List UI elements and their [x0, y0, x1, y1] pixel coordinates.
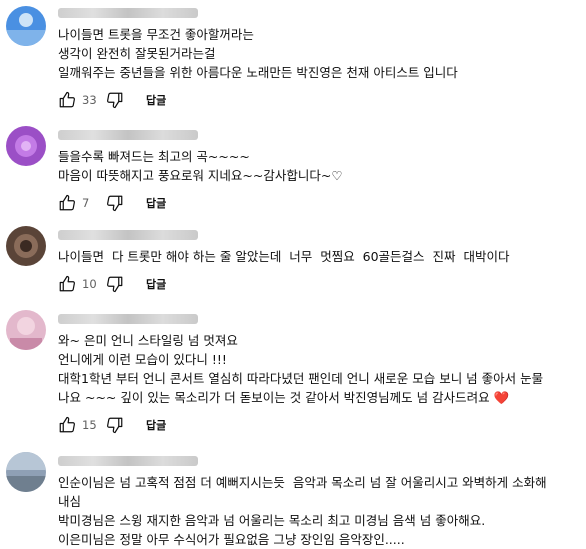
- dislike-button[interactable]: [106, 91, 124, 109]
- comment-line: 이은미님은 정말 아무 수식어가 필요없음 그냥 장인임 음악장인.....: [58, 532, 405, 547]
- comment-text: 나이들면 다 트롯만 해야 하는 줄 알았는데 너무 멋찜요 60골든걸스 진짜…: [58, 247, 578, 266]
- comment-text: 들을수록 빠져드는 최고의 곡~~~~ 마음이 따뜻해지고 풍요로워 지네요~~…: [58, 147, 578, 185]
- thumbs-down-icon: [107, 417, 123, 434]
- comment-line: 대학1학년 부터 언니 콘서트 열심히 따라다녔던 팬인데 언니 새로운 모습 …: [58, 371, 544, 386]
- heart-emoji: ❤️: [493, 390, 510, 405]
- reply-button[interactable]: 답글: [146, 92, 166, 108]
- comment-line: 나요 ~~~ 깊이 있는 목소리가 더 돋보이는 것 같아서 박진영님께도 넘 …: [58, 390, 490, 405]
- thumbs-up-icon: [59, 416, 75, 433]
- comment-actions: 15 답글: [58, 413, 578, 437]
- comment-text: 인순이님은 넘 고혹적 점점 더 예뻐지시는듯 음악과 목소리 넘 잘 어울리시…: [58, 473, 578, 549]
- thumbs-down-icon: [107, 92, 123, 109]
- avatar[interactable]: [6, 6, 46, 46]
- comment-line: 나이들면 다 트롯만 해야 하는 줄 알았는데 너무 멋찜요 60골든걸스 진짜…: [58, 249, 510, 264]
- dislike-button[interactable]: [106, 416, 124, 434]
- comment-line: 생각이 완전히 잘못된거라는걸: [58, 46, 216, 61]
- author-name[interactable]: [58, 314, 198, 324]
- like-button[interactable]: 15: [58, 416, 98, 434]
- avatar[interactable]: [6, 310, 46, 350]
- like-count: 15: [82, 418, 97, 432]
- like-button[interactable]: 7: [58, 194, 98, 212]
- reply-button[interactable]: 답글: [146, 417, 166, 433]
- avatar[interactable]: [6, 452, 46, 492]
- comment-line: 들을수록 빠져드는 최고의 곡~~~~: [58, 149, 250, 164]
- reply-button[interactable]: 답글: [146, 276, 166, 292]
- comment-line: 마음이 따뜻해지고 풍요로워 지네요~~감사합니다~♡: [58, 168, 343, 183]
- author-name[interactable]: [58, 130, 198, 140]
- comment-line: 인순이님은 넘 고혹적 점점 더 예뻐지시는듯 음악과 목소리 넘 잘 어울리시…: [58, 475, 547, 490]
- thumbs-up-icon: [59, 91, 75, 108]
- like-count: 33: [82, 93, 97, 107]
- comment-line: 나이들면 트롯을 무조건 좋아할꺼라는: [58, 27, 254, 42]
- author-name[interactable]: [58, 456, 198, 466]
- dislike-button[interactable]: [106, 194, 124, 212]
- thumbs-down-icon: [107, 276, 123, 293]
- comment-line: 일깨워주는 중년들을 위한 아름다운 노래만든 박진영은 천재 아티스트 입니다: [58, 65, 458, 80]
- like-button[interactable]: 10: [58, 275, 98, 293]
- thumbs-up-icon: [59, 275, 75, 292]
- avatar[interactable]: [6, 226, 46, 266]
- author-name[interactable]: [58, 8, 198, 18]
- avatar[interactable]: [6, 126, 46, 166]
- like-button[interactable]: 33: [58, 91, 98, 109]
- dislike-button[interactable]: [106, 275, 124, 293]
- comment-line: 내심: [58, 494, 82, 509]
- author-name[interactable]: [58, 230, 198, 240]
- comment-line: 언니에게 이런 모습이 있다니 !!!: [58, 352, 227, 367]
- comment-text: 나이들면 트롯을 무조건 좋아할꺼라는 생각이 완전히 잘못된거라는걸 일깨워주…: [58, 25, 578, 82]
- comment-actions: 10 답글: [58, 272, 578, 296]
- thumbs-down-icon: [107, 195, 123, 212]
- comment-actions: 7 답글: [58, 191, 578, 215]
- thumbs-up-icon: [59, 194, 75, 211]
- reply-button[interactable]: 답글: [146, 195, 166, 211]
- like-count: 10: [82, 277, 97, 291]
- comment-actions: 33 답글: [58, 88, 578, 112]
- comment-text: 와~ 은미 언니 스타일링 넘 멋져요 언니에게 이런 모습이 있다니 !!! …: [58, 331, 578, 407]
- like-count: 7: [82, 196, 90, 210]
- comment-line: 와~ 은미 언니 스타일링 넘 멋져요: [58, 333, 238, 348]
- comment-line: 박미경님은 스윙 재지한 음악과 넘 어울리는 목소리 최고 미경님 음색 넘 …: [58, 513, 486, 528]
